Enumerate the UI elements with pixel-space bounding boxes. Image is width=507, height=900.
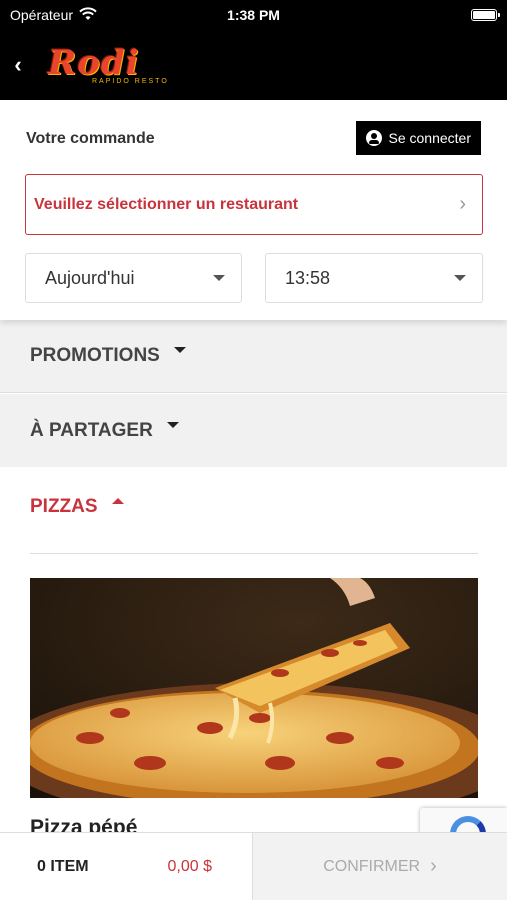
order-panel: Votre commande Se connecter Veuillez sél… xyxy=(0,100,507,320)
user-icon xyxy=(365,130,382,146)
caret-up-icon xyxy=(111,498,124,504)
logo-text: Rodi xyxy=(48,42,140,83)
back-button[interactable]: ‹ xyxy=(8,50,28,80)
category-label: À PARTAGER xyxy=(30,419,153,441)
category-a-partager[interactable]: À PARTAGER xyxy=(0,394,507,467)
wifi-icon xyxy=(79,6,97,24)
caret-down-icon xyxy=(173,347,186,353)
status-left: Opérateur xyxy=(10,6,97,24)
category-promotions[interactable]: PROMOTIONS xyxy=(0,320,507,393)
category-label: PIZZAS xyxy=(30,496,98,517)
confirm-label: CONFIRMER xyxy=(323,857,421,875)
battery-icon xyxy=(471,9,500,21)
logo-subtext: Rapido Resto xyxy=(92,77,169,85)
chevron-right-icon: › xyxy=(430,855,437,877)
caret-down-icon xyxy=(454,275,466,281)
caret-down-icon xyxy=(213,275,225,281)
item-count: 0 ITEM xyxy=(37,857,89,875)
caret-down-icon xyxy=(166,421,179,428)
chevron-right-icon: › xyxy=(459,193,466,215)
confirm-button[interactable]: CONFIRMER › xyxy=(253,833,507,900)
sign-in-label: Se connecter xyxy=(388,130,472,146)
restaurant-selector[interactable]: Veuillez sélectionner un restaurant › xyxy=(25,174,483,235)
status-bar: Opérateur 1:38 PM xyxy=(0,0,507,30)
cart-bar: 0 ITEM 0,00 $ CONFIRMER › xyxy=(0,832,507,900)
app-header: ‹ Rodi Rapido Resto xyxy=(0,30,507,100)
category-label: PROMOTIONS xyxy=(30,345,160,366)
chevron-left-icon: ‹ xyxy=(14,52,22,77)
brand-logo: Rodi Rapido Resto xyxy=(48,46,169,85)
cart-total: 0,00 $ xyxy=(167,857,212,875)
time-value: 13:58 xyxy=(285,267,331,288)
carrier-label: Opérateur xyxy=(10,7,74,23)
day-select[interactable]: Aujourd'hui xyxy=(25,253,242,303)
restaurant-prompt: Veuillez sélectionner un restaurant xyxy=(34,195,299,213)
cart-summary: 0 ITEM 0,00 $ xyxy=(0,833,253,900)
divider xyxy=(30,553,478,554)
sign-in-button[interactable]: Se connecter xyxy=(355,121,481,155)
day-value: Aujourd'hui xyxy=(45,267,135,288)
time-select[interactable]: 13:58 xyxy=(265,253,483,303)
order-title: Votre commande xyxy=(26,130,155,147)
product-image[interactable] xyxy=(30,578,478,798)
category-pizzas[interactable]: PIZZAS xyxy=(0,467,507,547)
